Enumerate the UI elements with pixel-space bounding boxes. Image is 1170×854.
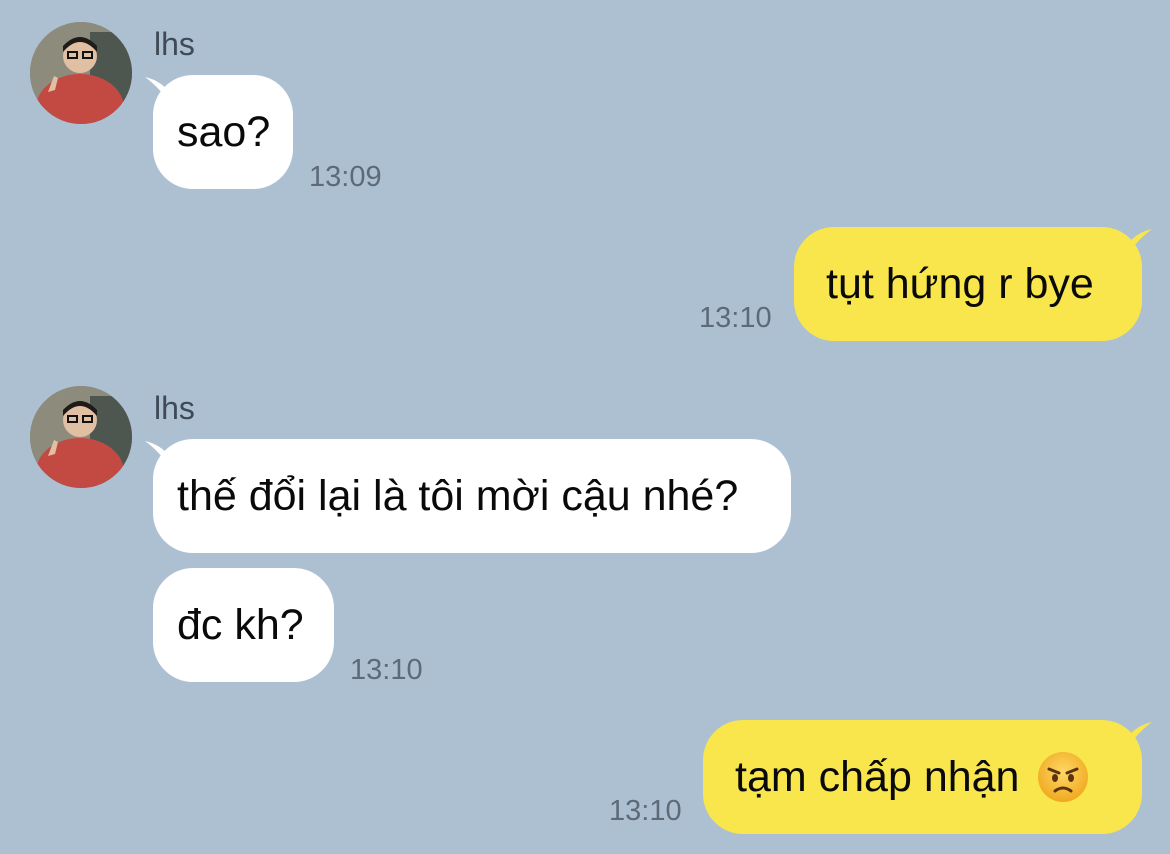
chat-conversation: lhs sao? 13:09 13:10 tụt hứng r bye lhs … [0,0,1170,854]
message-timestamp: 13:10 [609,795,682,827]
message-timestamp: 13:10 [699,302,772,334]
sender-name: lhs [154,390,195,426]
message-text: thế đổi lại là tôi mời cậu nhé? [177,471,739,520]
avatar[interactable] [30,22,132,124]
message-bubble-incoming[interactable]: sao? [153,75,293,189]
angry-face-emoji [1038,752,1089,802]
message-bubble-outgoing[interactable]: tạm chấp nhận [703,720,1142,834]
message-bubble-incoming[interactable]: đc kh? [153,568,334,682]
message-text: đc kh? [177,600,304,649]
message-text: tụt hứng r bye [826,259,1094,308]
bubble-tail [1124,722,1152,752]
avatar[interactable] [30,386,132,488]
message-timestamp: 13:10 [350,654,423,686]
message-text: tạm chấp nhận [735,752,1020,801]
message-bubble-incoming[interactable]: thế đổi lại là tôi mời cậu nhé? [153,439,791,553]
sender-name: lhs [154,26,195,62]
message-text: sao? [177,107,271,156]
bubble-tail [1124,229,1152,259]
message-timestamp: 13:09 [309,161,382,193]
message-bubble-outgoing[interactable]: tụt hứng r bye [794,227,1142,341]
